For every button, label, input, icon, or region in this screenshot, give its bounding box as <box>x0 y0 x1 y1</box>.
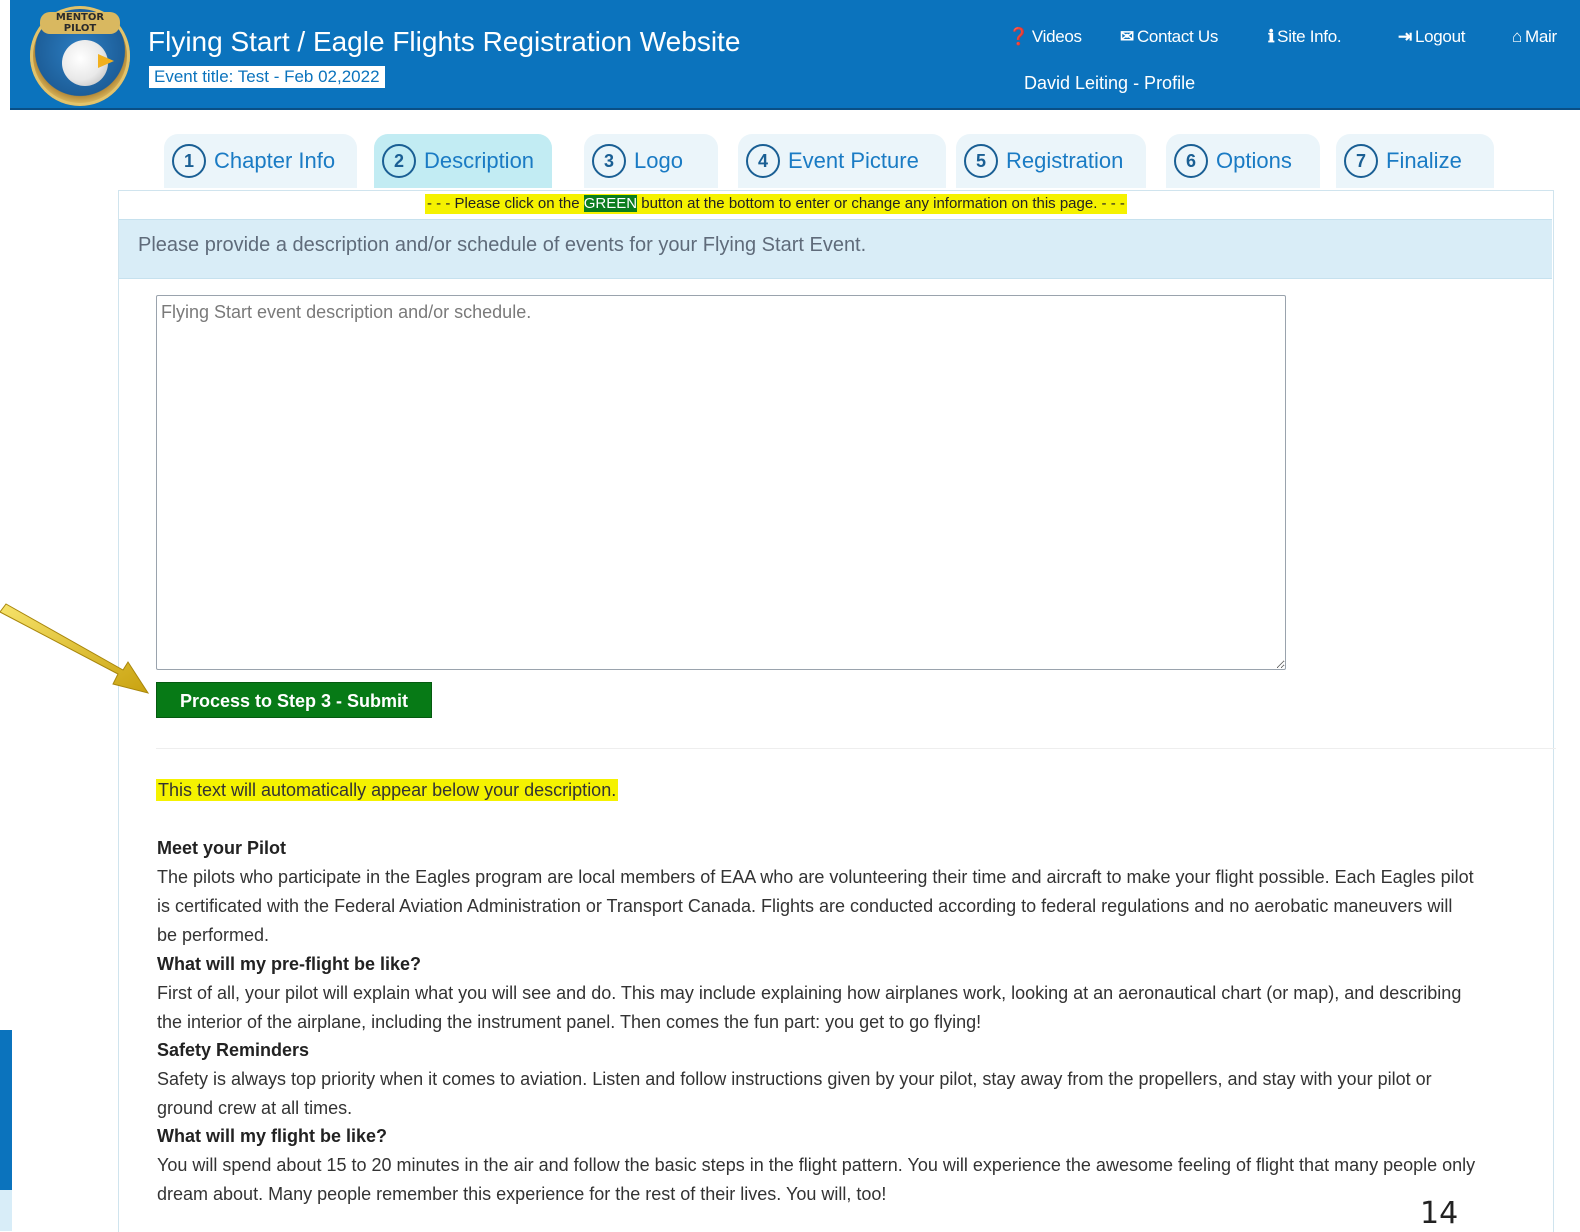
logo-text: MENTOR PILOT <box>40 12 120 34</box>
green-highlight: GREEN <box>583 195 638 212</box>
section-body: The pilots who participate in the Eagles… <box>157 867 1474 945</box>
tab-label: Logo <box>634 148 683 173</box>
event-title: Event title: Test - Feb 02,2022 <box>149 66 385 88</box>
nav-site-info-link[interactable]: ℹ Site Info. <box>1268 27 1342 47</box>
info-section-meet-pilot: Meet your Pilot The pilots who participa… <box>157 834 1477 950</box>
info-circle-icon: ℹ <box>1268 27 1275 46</box>
nav-logout-link[interactable]: ⇥ Logout <box>1398 27 1465 47</box>
tab-finalize[interactable]: 7 Finalize <box>1336 134 1494 188</box>
prompt-text: Please provide a description and/or sche… <box>138 234 867 256</box>
logout-icon: ⇥ <box>1398 27 1412 46</box>
tab-label: Options <box>1216 148 1292 173</box>
section-heading: Meet your Pilot <box>157 838 287 858</box>
tab-options[interactable]: 6 Options <box>1166 134 1320 188</box>
envelope-icon: ✉ <box>1120 27 1134 46</box>
pointer-arrow-icon <box>0 603 150 694</box>
section-heading: What will my flight be like? <box>157 1126 388 1146</box>
section-body: Safety is always top priority when it co… <box>157 1069 1432 1118</box>
step-number: 5 <box>964 144 998 178</box>
divider <box>156 748 1556 749</box>
submit-step-button[interactable]: Process to Step 3 - Submit <box>156 682 432 718</box>
site-title: Flying Start / Eagle Flights Registratio… <box>148 26 741 57</box>
tab-label: Chapter Info <box>214 148 336 173</box>
nav-contact-us-link[interactable]: ✉ Contact Us <box>1120 27 1218 47</box>
tab-logo[interactable]: 3 Logo <box>584 134 718 188</box>
auto-append-note: This text will automatically appear belo… <box>156 779 619 801</box>
tab-label: Event Picture <box>788 148 919 173</box>
tab-label: Description <box>424 148 535 173</box>
info-section-safety: Safety Reminders Safety is always top pr… <box>157 1036 1477 1123</box>
step-number: 6 <box>1174 144 1208 178</box>
eagle-flights-logo[interactable]: MENTOR PILOT <box>30 6 130 106</box>
tab-registration[interactable]: 5 Registration <box>956 134 1146 188</box>
step-number: 4 <box>746 144 780 178</box>
step-number: 3 <box>592 144 626 178</box>
slide-accent-bar-light <box>0 1190 12 1231</box>
section-heading: What will my pre-flight be like? <box>157 954 422 974</box>
home-icon: ⌂ <box>1512 27 1522 46</box>
tab-label: Finalize <box>1386 148 1462 173</box>
info-section-flight: What will my flight be like? You will sp… <box>157 1122 1477 1209</box>
question-circle-icon: ❓ <box>1008 27 1029 46</box>
instruction-notice: - - - Please click on the GREEN button a… <box>425 194 1127 214</box>
tab-label: Registration <box>1006 148 1124 173</box>
page-number: 14 <box>1420 1196 1459 1231</box>
eagle-beak-icon <box>98 54 114 68</box>
tab-description[interactable]: 2 Description <box>374 134 552 188</box>
section-body: You will spend about 15 to 20 minutes in… <box>157 1155 1476 1204</box>
nav-videos-link[interactable]: ❓ Videos <box>1008 27 1082 47</box>
step-number: 2 <box>382 144 416 178</box>
section-body: First of all, your pilot will explain wh… <box>157 983 1462 1032</box>
info-section-preflight: What will my pre-flight be like? First o… <box>157 950 1477 1037</box>
slide-accent-bar <box>0 1030 12 1190</box>
tab-chapter-info[interactable]: 1 Chapter Info <box>164 134 357 188</box>
nav-main-link[interactable]: ⌂ Mair <box>1512 27 1557 47</box>
site-header: MENTOR PILOT Flying Start / Eagle Flight… <box>10 0 1580 110</box>
step-number: 7 <box>1344 144 1378 178</box>
profile-link[interactable]: David Leiting - Profile <box>1024 73 1195 94</box>
description-textarea[interactable] <box>156 295 1286 670</box>
step-number: 1 <box>172 144 206 178</box>
tab-event-picture[interactable]: 4 Event Picture <box>738 134 946 188</box>
prompt-bar: Please provide a description and/or sche… <box>119 219 1552 279</box>
section-heading: Safety Reminders <box>157 1040 310 1060</box>
